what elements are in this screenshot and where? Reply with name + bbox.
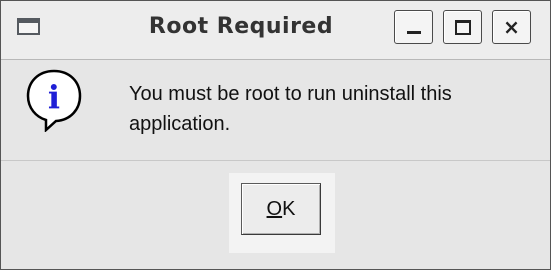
info-icon: i	[26, 69, 82, 132]
ok-label-rest: K	[282, 198, 296, 220]
dialog-window: Root Required × i You must be root to ru…	[0, 0, 551, 270]
maximize-icon	[455, 20, 471, 35]
close-icon: ×	[503, 15, 520, 39]
window-title: Root Required	[148, 14, 334, 39]
ok-button[interactable]: OK	[241, 183, 321, 235]
dialog-message: You must be root to run uninstall this a…	[129, 83, 452, 135]
title-bar[interactable]: Root Required ×	[1, 1, 550, 60]
minimize-icon	[407, 31, 421, 34]
message-area: i You must be root to run uninstall this…	[1, 60, 550, 161]
info-icon-glyph: i	[48, 78, 60, 116]
close-button[interactable]: ×	[492, 10, 531, 44]
window-menu-icon[interactable]	[17, 18, 40, 35]
ok-mnemonic: O	[266, 198, 283, 220]
button-bar: OK	[1, 161, 550, 269]
maximize-button[interactable]	[443, 10, 482, 44]
minimize-button[interactable]	[394, 10, 433, 44]
